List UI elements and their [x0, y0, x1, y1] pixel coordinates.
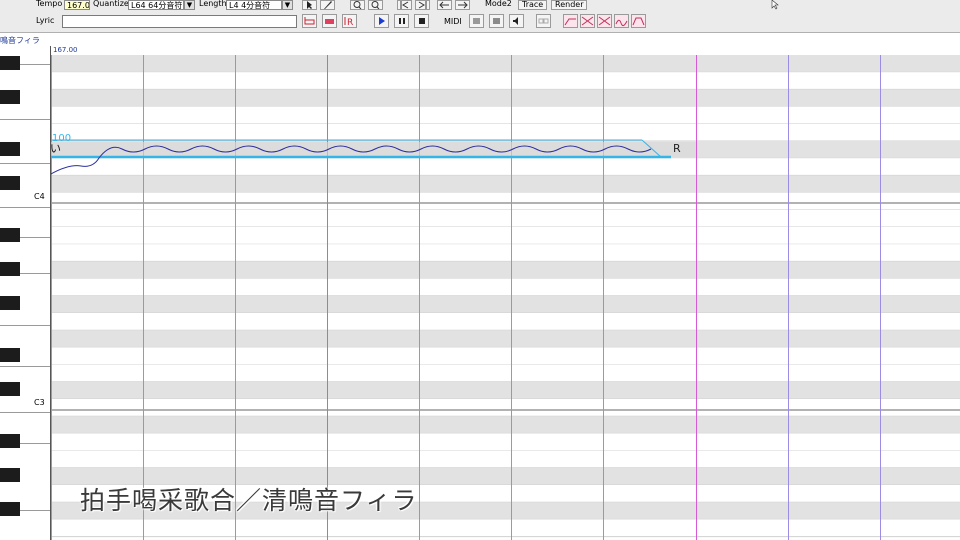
toolbar: Tempo 167.0 Quantize L64 64分音符 ▼ Length …	[0, 0, 960, 33]
black-key-row	[51, 330, 960, 348]
insert-rest-icon[interactable]	[322, 14, 337, 28]
video-caption: 拍手喝采歌合／清鳴音フィラ	[80, 486, 418, 515]
white-key-row	[51, 106, 960, 124]
black-key[interactable]	[0, 176, 20, 190]
note-shift-right-icon[interactable]	[455, 0, 470, 10]
play-icon[interactable]	[374, 14, 389, 28]
piano-roll-grid[interactable]: 167.00 17 18	[51, 46, 960, 540]
black-key-row	[51, 467, 960, 485]
envelope-preset-4-icon[interactable]	[614, 14, 629, 28]
pointer-icon[interactable]	[302, 0, 317, 10]
white-key-divider	[0, 325, 50, 326]
envelope-preset-5-icon[interactable]	[631, 14, 646, 28]
black-key-row	[51, 295, 960, 313]
white-key-row	[51, 278, 960, 296]
white-key-row	[51, 519, 960, 537]
black-key[interactable]	[0, 296, 20, 310]
white-key-row	[51, 450, 960, 468]
speaker-icon[interactable]	[509, 14, 524, 28]
white-key-row	[51, 399, 960, 417]
midi-settings-icon[interactable]	[489, 14, 504, 28]
quantize-select[interactable]: L64 64分音符	[128, 0, 184, 10]
white-key-divider	[0, 366, 50, 367]
mode-label: Mode2	[485, 0, 512, 8]
midi-label: MIDI	[444, 17, 462, 26]
black-key-row	[51, 261, 960, 279]
render-button[interactable]: Render	[551, 0, 588, 10]
black-key-row	[51, 175, 960, 193]
black-key[interactable]	[0, 90, 20, 104]
voice-name-label: 鳴音フィラ	[0, 36, 40, 45]
piano-roll-canvas[interactable]	[51, 46, 960, 540]
white-key-row	[51, 123, 960, 141]
stop-icon[interactable]	[414, 14, 429, 28]
white-key-row	[51, 72, 960, 90]
black-key[interactable]	[0, 142, 20, 156]
tempo-marker: 167.00	[53, 46, 78, 54]
note-shift-left-icon[interactable]	[437, 0, 452, 10]
length-dropdown-icon[interactable]: ▼	[282, 0, 293, 10]
mouse-cursor-icon	[771, 0, 779, 10]
white-key-divider	[0, 163, 50, 164]
measure-number-17: 17	[326, 46, 336, 47]
black-key[interactable]	[0, 434, 20, 448]
lyric-label: Lyric	[36, 16, 55, 25]
skip-start-icon[interactable]	[397, 0, 412, 10]
pencil-icon[interactable]	[320, 0, 335, 10]
white-key-divider	[0, 119, 50, 120]
white-key-divider	[0, 207, 50, 208]
lyric-input[interactable]	[62, 15, 297, 28]
length-label: Length	[199, 0, 227, 8]
link-icon[interactable]	[536, 14, 551, 28]
skip-end-icon[interactable]	[415, 0, 430, 10]
quantize-dropdown-icon[interactable]: ▼	[184, 0, 195, 10]
black-key[interactable]	[0, 228, 20, 242]
black-key[interactable]	[0, 382, 20, 396]
note-lyric-label[interactable]: い	[50, 143, 61, 155]
white-key-row	[51, 313, 960, 331]
pause-icon[interactable]	[394, 14, 409, 28]
white-key-row	[51, 433, 960, 451]
zoom-out-icon[interactable]	[368, 0, 383, 10]
envelope-preset-3-icon[interactable]	[597, 14, 612, 28]
insert-note-icon[interactable]	[302, 14, 317, 28]
piano-keyboard[interactable]: C4 C3	[0, 46, 51, 540]
white-key-divider	[0, 412, 50, 413]
midi-record-icon[interactable]	[469, 14, 484, 28]
white-key-row	[51, 244, 960, 262]
white-key-row	[51, 227, 960, 245]
envelope-preset-2-icon[interactable]	[580, 14, 595, 28]
tempo-label: Tempo	[36, 0, 63, 8]
octave-label-c3: C3	[34, 398, 45, 407]
black-key[interactable]	[0, 56, 20, 70]
envelope-preset-1-icon[interactable]	[563, 14, 578, 28]
white-key-row	[51, 364, 960, 382]
black-key[interactable]	[0, 262, 20, 276]
white-key-row	[51, 209, 960, 227]
white-key-row	[51, 192, 960, 210]
trace-button[interactable]: Trace	[518, 0, 548, 10]
octave-label-c4: C4	[34, 192, 45, 201]
black-key-row	[51, 416, 960, 434]
black-key[interactable]	[0, 348, 20, 362]
quantize-label: Quantize	[93, 0, 129, 8]
black-key-row	[51, 381, 960, 399]
tempo-field[interactable]: 167.0	[64, 0, 90, 10]
svg-text:R: R	[347, 18, 353, 27]
measure-ruler[interactable]: 167.00	[51, 46, 960, 55]
black-key[interactable]	[0, 468, 20, 482]
black-key[interactable]	[0, 502, 20, 516]
black-key-row	[51, 55, 960, 73]
rest-note-label[interactable]: R	[673, 143, 681, 155]
length-select[interactable]: L4 4分音符	[226, 0, 282, 10]
measure-number-18: 18	[694, 46, 704, 47]
black-key-row	[51, 89, 960, 107]
white-key-row	[51, 347, 960, 365]
zoom-in-icon[interactable]	[350, 0, 365, 10]
white-key-row	[51, 158, 960, 176]
rest-r-icon[interactable]: R	[342, 14, 357, 28]
